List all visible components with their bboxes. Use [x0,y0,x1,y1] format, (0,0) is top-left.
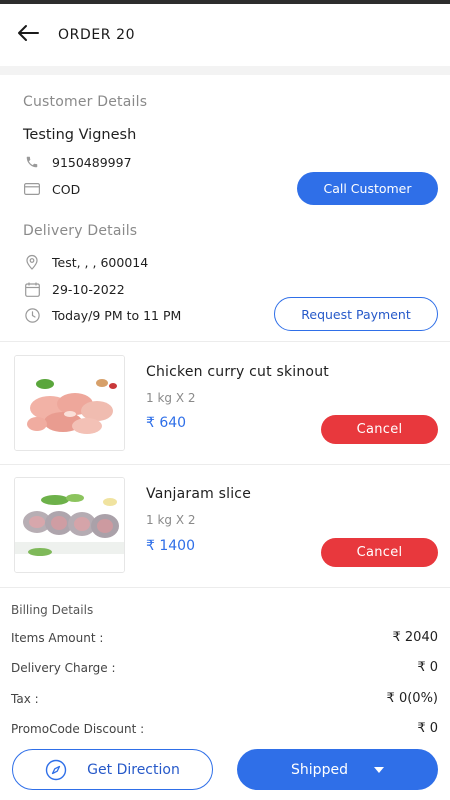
bill-value: ₹ 0 [417,660,438,675]
delivery-date-row: 29-10-2022 [23,279,125,299]
delivery-slot-row: Today/9 PM to 11 PM [23,305,181,325]
bill-row-promocode-discount: PromoCode Discount : ₹ 0 [11,721,438,736]
get-direction-button[interactable]: Get Direction [12,749,213,790]
order-status-label: Shipped [291,761,348,778]
customer-phone: 9150489997 [52,154,132,170]
bill-row-items-amount: Items Amount : ₹ 2040 [11,630,438,645]
product-quantity: 1 kg X 2 [146,513,196,527]
divider [0,587,450,588]
calendar-icon [23,280,41,298]
payment-mode-row: COD [23,179,80,199]
bill-value: ₹ 0 [417,721,438,736]
cancel-item-button[interactable]: Cancel [321,538,438,567]
get-direction-label: Get Direction [87,761,180,778]
bill-label: Items Amount : [11,630,104,645]
delivery-slot: Today/9 PM to 11 PM [52,307,182,323]
request-payment-button[interactable]: Request Payment [274,297,438,331]
bill-label: PromoCode Discount : [11,721,145,736]
section-separator [0,66,450,75]
product-name: Vanjaram slice [146,486,252,502]
phone-icon [23,153,41,171]
app-header: ORDER 20 [0,4,450,66]
card-icon [23,180,41,198]
order-status-dropdown[interactable]: Shipped [237,749,438,790]
product-image-fish [14,477,125,573]
bill-label: Tax : [11,691,39,706]
bill-row-tax: Tax : ₹ 0(0%) [11,691,438,706]
delivery-address-row: Test, , , 600014 [23,252,148,272]
clock-icon [23,306,41,324]
bill-value: ₹ 2040 [392,630,439,645]
page-title: ORDER 20 [58,27,136,43]
product-quantity: 1 kg X 2 [146,391,196,405]
cancel-item-button[interactable]: Cancel [321,415,438,444]
divider [0,341,450,342]
payment-mode: COD [52,181,81,197]
customer-details-heading: Customer Details [23,94,148,110]
bill-row-delivery-charge: Delivery Charge : ₹ 0 [11,660,438,675]
bill-label: Delivery Charge : [11,660,116,675]
delivery-date: 29-10-2022 [52,281,125,297]
delivery-details-heading: Delivery Details [23,223,138,239]
divider [0,464,450,465]
product-image-chicken [14,355,125,451]
customer-phone-row: 9150489997 [23,152,132,172]
back-button[interactable] [0,4,56,66]
product-name: Chicken curry cut skinout [146,364,329,380]
caret-down-icon [373,766,384,773]
location-pin-icon [23,253,41,271]
product-price: ₹ 1400 [146,538,195,554]
customer-name: Testing Vignesh [23,127,137,143]
call-customer-button[interactable]: Call Customer [297,172,438,205]
delivery-address: Test, , , 600014 [52,254,149,270]
product-price: ₹ 640 [146,415,187,431]
arrow-left-icon [16,24,40,46]
billing-details-heading: Billing Details [11,603,94,617]
bill-value: ₹ 0(0%) [386,691,438,706]
compass-icon [45,759,67,781]
